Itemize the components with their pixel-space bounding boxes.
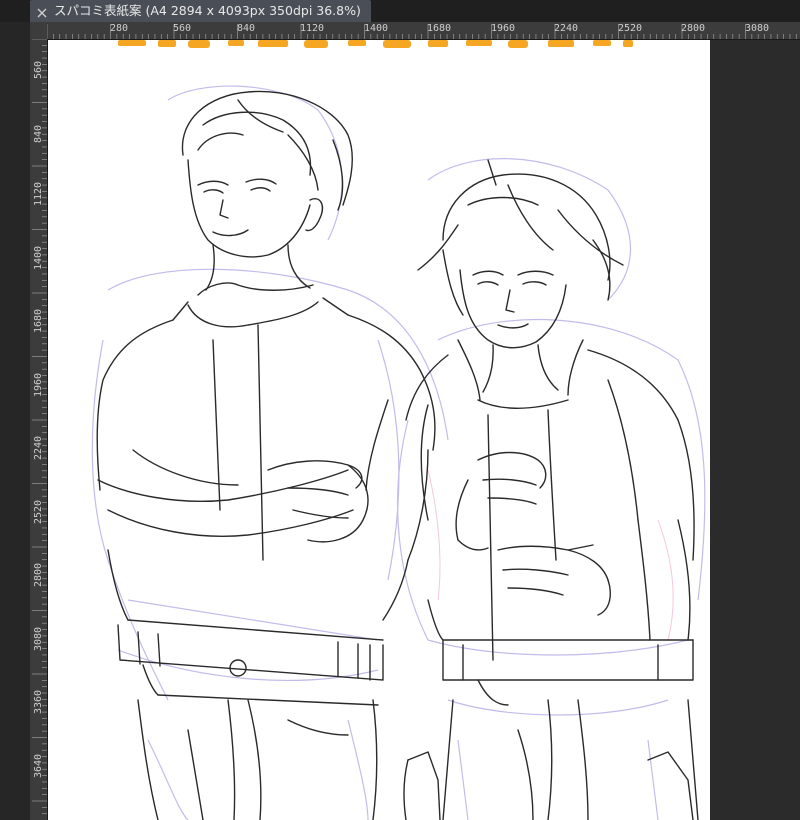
document-tab-title: スパコミ表紙案 (A4 2894 x 4093px 350dpi 36.8%)	[54, 3, 361, 18]
v-ruler-label: 3080	[33, 626, 44, 651]
h-ruler-label: 2800	[681, 23, 706, 34]
canvas-area[interactable]	[48, 40, 800, 820]
h-ruler-label: 2240	[554, 23, 579, 34]
app-window: スパコミ表紙案 (A4 2894 x 4093px 350dpi 36.8%) …	[0, 0, 800, 820]
v-ruler-label: 1960	[33, 372, 44, 397]
v-ruler-label: 2240	[33, 435, 44, 460]
h-ruler-label: 3080	[745, 23, 770, 34]
h-ruler-label: 840	[237, 23, 256, 34]
h-ruler-label: 1680	[427, 23, 452, 34]
v-ruler-label: 3360	[33, 689, 44, 714]
h-ruler-label: 1960	[491, 23, 516, 34]
vertical-ruler[interactable]: 560 840 1120 1400 1680 1960 2240 2520 28…	[30, 39, 48, 820]
v-ruler-label: 1120	[33, 181, 44, 206]
sketch-artwork	[91, 40, 706, 820]
v-ruler-label: 840	[33, 124, 44, 143]
ruler-corner	[30, 22, 47, 39]
horizontal-ruler[interactable]: 280 560 840 1120 1400 1680 1960 2240 252…	[47, 22, 800, 40]
v-ruler-label: 560	[33, 60, 44, 79]
v-ruler-label: 2800	[33, 562, 44, 587]
v-ruler-label: 3640	[33, 753, 44, 778]
v-ruler-label: 2520	[33, 499, 44, 524]
title-lettering-fragment	[118, 40, 633, 48]
h-ruler-label: 2520	[618, 23, 643, 34]
left-character-sketch	[96, 90, 436, 820]
underdrawing-pink	[427, 469, 674, 641]
underdrawing-layer	[91, 85, 706, 820]
document-tab[interactable]: スパコミ表紙案 (A4 2894 x 4093px 350dpi 36.8%)	[30, 0, 371, 22]
v-ruler-label: 1680	[33, 308, 44, 333]
h-ruler-label: 1400	[364, 23, 389, 34]
left-gutter	[0, 22, 30, 820]
v-ruler-label: 1400	[33, 245, 44, 270]
drawing-canvas[interactable]	[48, 40, 710, 820]
right-character-sketch	[403, 159, 699, 820]
close-icon[interactable]	[36, 5, 48, 18]
h-ruler-label: 560	[173, 23, 192, 34]
tab-bar: スパコミ表紙案 (A4 2894 x 4093px 350dpi 36.8%)	[0, 0, 800, 22]
h-ruler-label: 1120	[300, 23, 325, 34]
h-ruler-label: 280	[110, 23, 129, 34]
